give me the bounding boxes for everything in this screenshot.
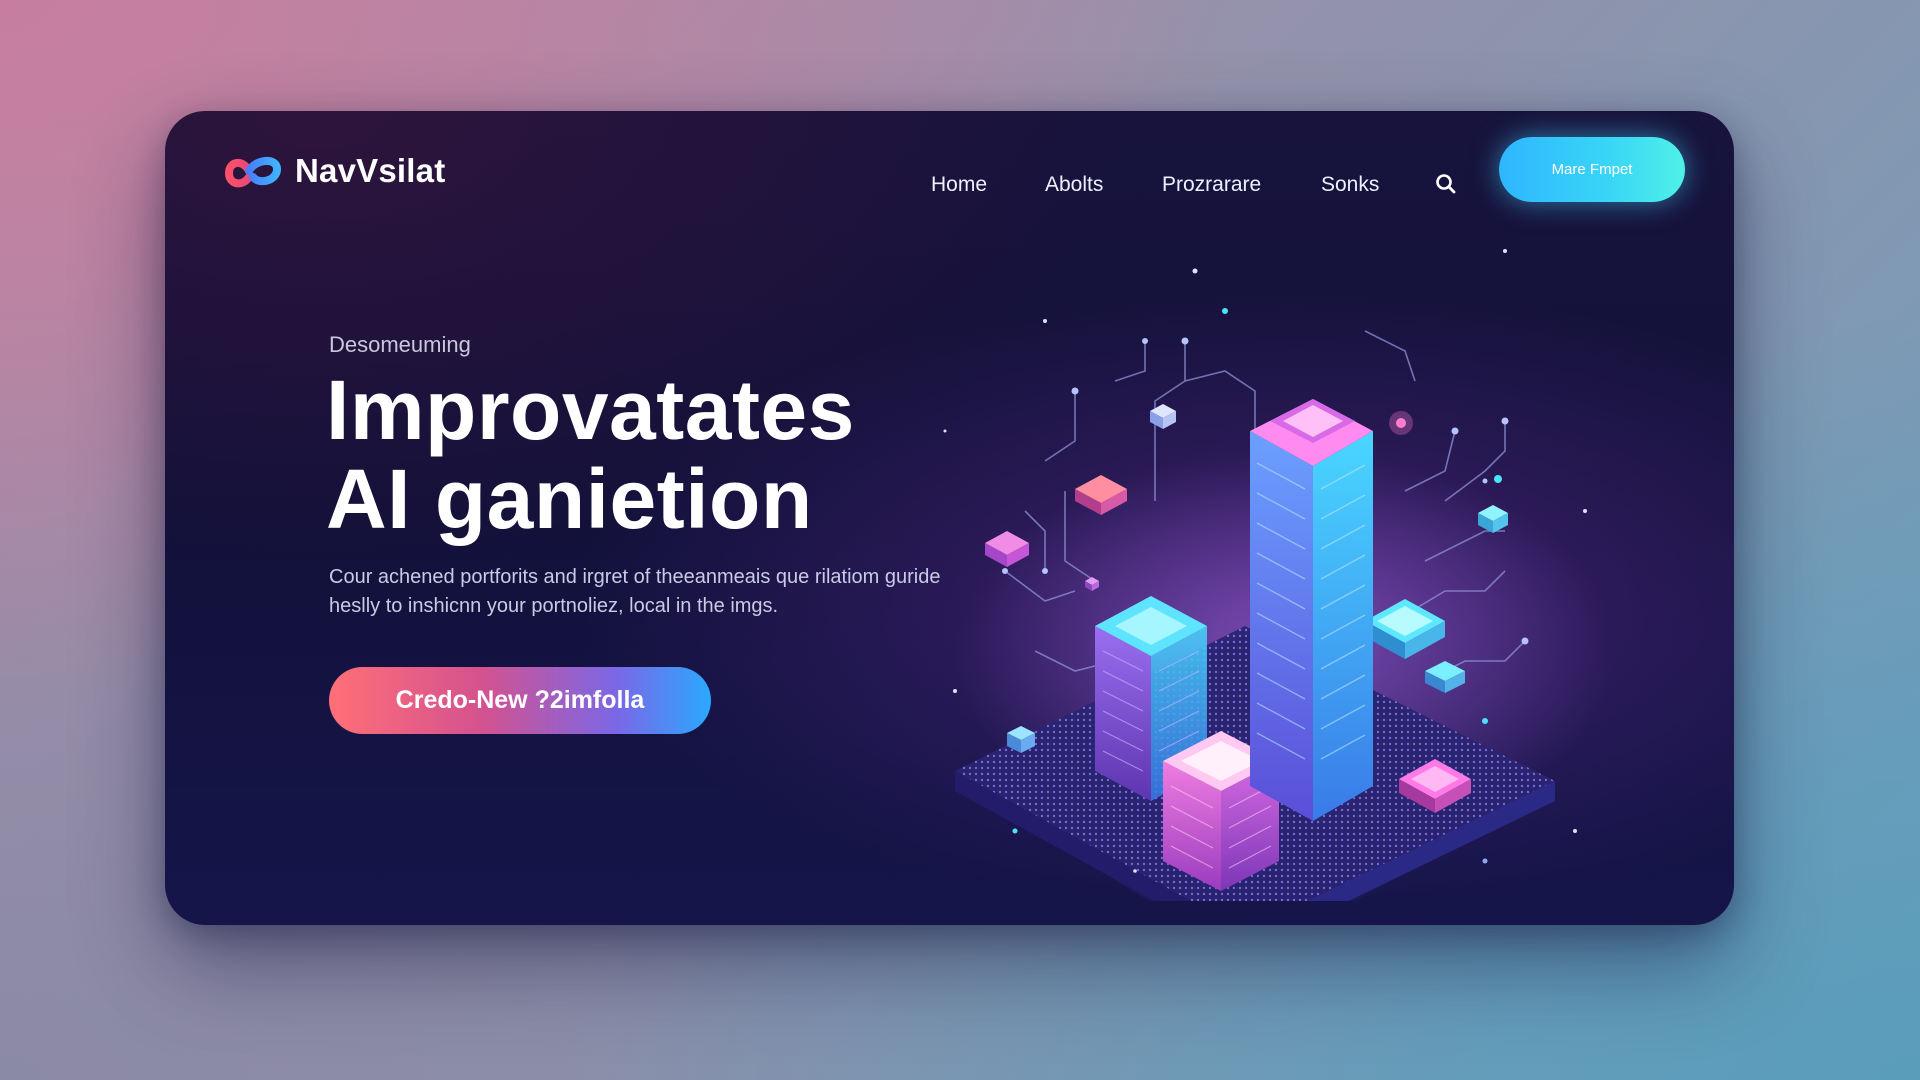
- hero-eyebrow: Desomeuming: [329, 332, 471, 357]
- header-cta-button[interactable]: Mare Fmpet: [1499, 137, 1685, 202]
- hero-headline-line-2: AI ganietion: [326, 452, 813, 546]
- hero-description-line-1: Cour achened portforits and irgret of th…: [329, 566, 941, 588]
- top-navigation: NavVsilat Home Abolts Prozrarare Sonks M…: [165, 111, 1734, 231]
- hero-cta-button[interactable]: Credo-New ?2imfolla: [329, 667, 711, 734]
- brand-logo[interactable]: NavVsilat: [225, 149, 445, 193]
- hero-description: Cour achened portforits and irgret of th…: [329, 563, 1009, 621]
- nav-link-abolts[interactable]: Abolts: [1045, 173, 1103, 197]
- isometric-data-towers-illustration: [943, 249, 1615, 901]
- hero-headline: Improvatates AI ganietion: [326, 366, 855, 544]
- brand-name: NavVsilat: [295, 152, 446, 189]
- nav-link-sonks[interactable]: Sonks: [1321, 173, 1379, 197]
- infinity-logo-icon: [225, 157, 281, 188]
- nav-link-prozrarare[interactable]: Prozrarare: [1162, 173, 1261, 197]
- hero-card: NavVsilat Home Abolts Prozrarare Sonks M…: [165, 111, 1734, 925]
- nav-link-home[interactable]: Home: [931, 173, 987, 197]
- search-icon[interactable]: [1431, 169, 1461, 199]
- hero-headline-line-1: Improvatates: [326, 363, 855, 457]
- hero-description-line-2: heslly to inshicnn your portnoliez, loca…: [329, 595, 779, 617]
